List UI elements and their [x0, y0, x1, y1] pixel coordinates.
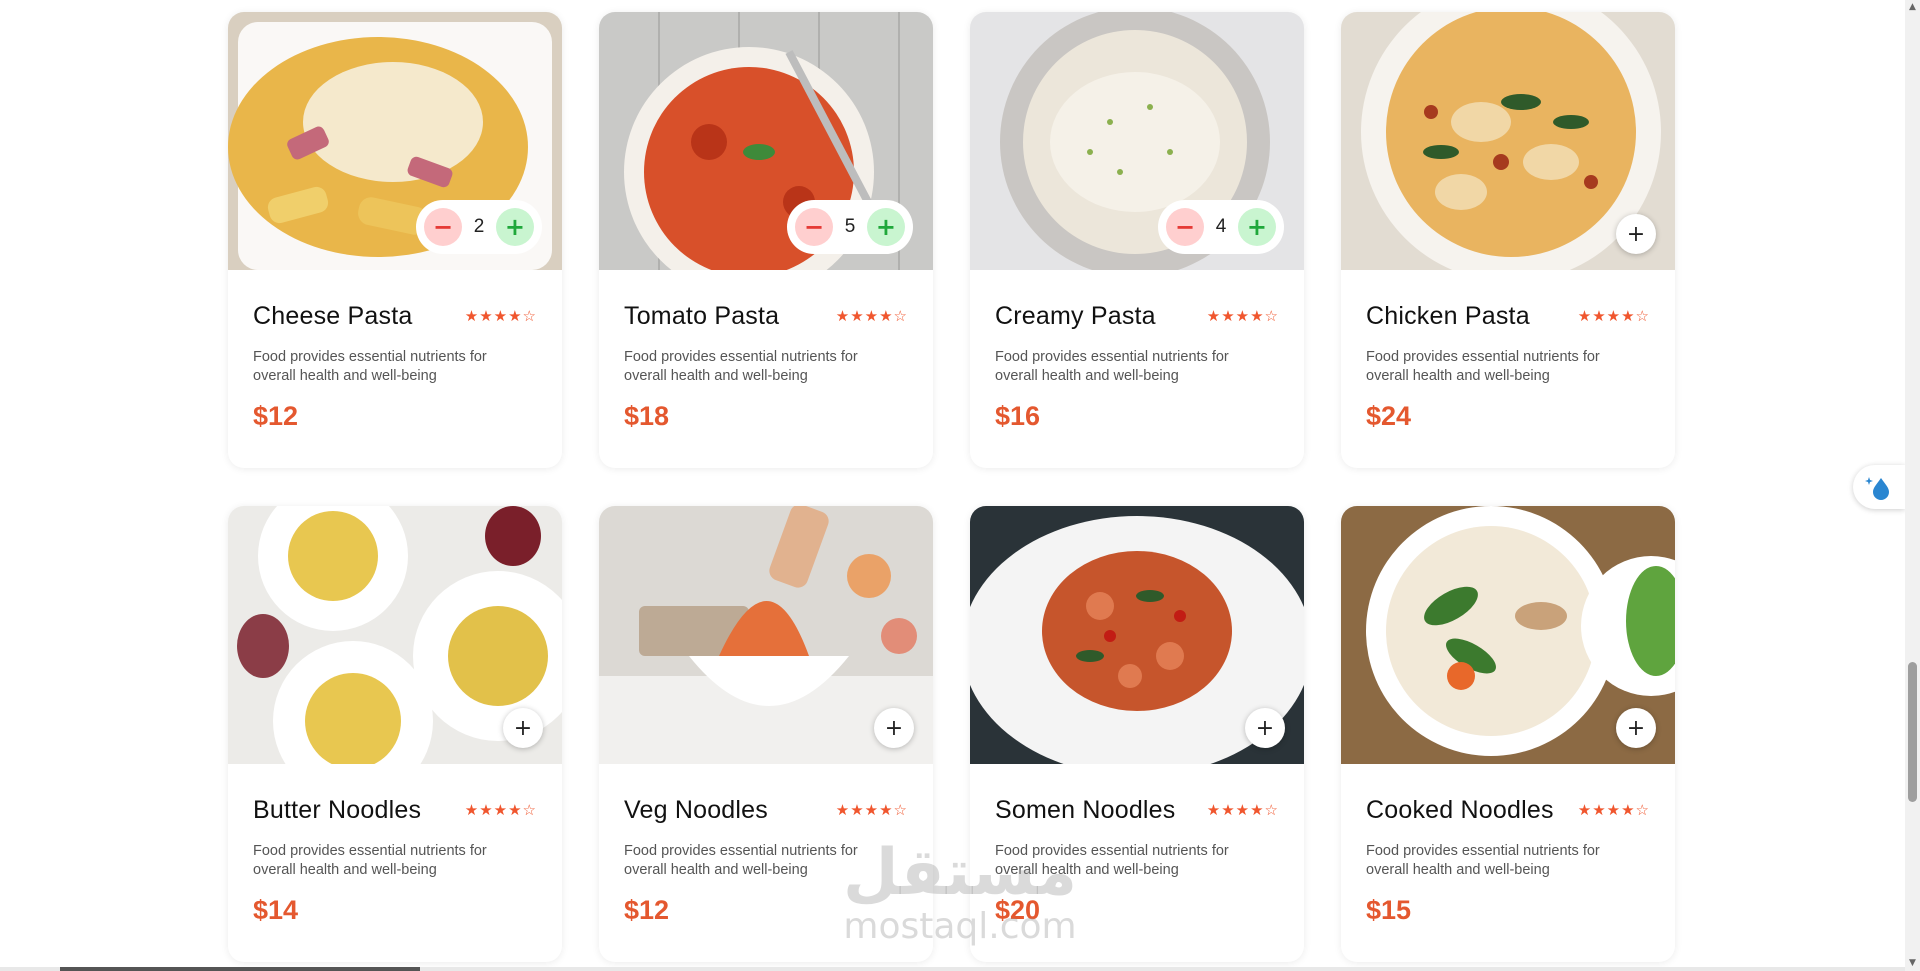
horizontal-scrollbar[interactable] [0, 967, 1905, 971]
quantity-stepper: − 5 + [787, 200, 913, 254]
increase-quantity-button[interactable]: + [495, 208, 534, 246]
rating-stars-icon: ★★★★☆ [464, 307, 537, 325]
product-description: Food provides essential nutrients for ov… [1366, 843, 1600, 878]
add-to-cart-button[interactable]: + [1616, 214, 1656, 254]
rating-stars-icon: ★★★★☆ [835, 801, 908, 819]
product-price: $16 [995, 401, 1041, 431]
veg-noodles-image: + [599, 506, 933, 764]
food-card-cheese-pasta: − 2 + Cheese Pasta ★★★★☆ Food provides e… [228, 12, 562, 468]
food-card-chicken-pasta: + Chicken Pasta ★★★★☆ Food provides esse… [1341, 12, 1675, 468]
product-name: Veg Noodles [624, 795, 768, 824]
increase-quantity-button[interactable]: + [1237, 208, 1276, 246]
decrease-quantity-button[interactable]: − [424, 208, 462, 246]
product-name: Tomato Pasta [624, 301, 780, 330]
vertical-scrollbar[interactable]: ▲ ▼ [1905, 0, 1920, 971]
product-name: Cheese Pasta [253, 301, 413, 330]
tomato-pasta-image: − 5 + [599, 12, 933, 270]
quantity-count: 5 [844, 216, 856, 237]
watermark-latin: mostaql.com [843, 906, 1077, 947]
product-price: $12 [253, 401, 299, 431]
rating-stars-icon: ★★★★☆ [1206, 801, 1279, 819]
product-price: $15 [1366, 895, 1412, 925]
decrease-quantity-button[interactable]: − [1166, 208, 1204, 246]
food-card-creamy-pasta: − 4 + Creamy Pasta ★★★★☆ Food provides e… [970, 12, 1304, 468]
decrease-quantity-button[interactable]: − [795, 208, 833, 246]
product-name: Cooked Noodles [1366, 795, 1554, 824]
product-name: Somen Noodles [995, 795, 1176, 824]
product-description: Food provides essential nutrients for ov… [1366, 349, 1600, 384]
scrollbar-thumb[interactable] [1908, 662, 1917, 802]
food-card-butter-noodles: + Butter Noodles ★★★★☆ Food provides ess… [228, 506, 562, 962]
food-card-tomato-pasta: − 5 + Tomato Pasta ★★★★☆ Food provides e… [599, 12, 933, 468]
product-description: Food provides essential nutrients for ov… [995, 349, 1229, 384]
rating-stars-icon: ★★★★☆ [835, 307, 908, 325]
cooked-noodles-image: + [1341, 506, 1675, 764]
rating-stars-icon: ★★★★☆ [1577, 801, 1650, 819]
quantity-stepper: − 2 + [416, 200, 542, 254]
butter-noodles-image: + [228, 506, 562, 764]
product-description: Food provides essential nutrients for ov… [624, 349, 858, 384]
product-name: Creamy Pasta [995, 301, 1156, 330]
quantity-stepper: − 4 + [1158, 200, 1284, 254]
product-price: $24 [1366, 401, 1412, 431]
product-name: Butter Noodles [253, 795, 422, 824]
add-to-cart-button[interactable]: + [503, 708, 543, 748]
scroll-up-arrow-icon[interactable]: ▲ [1905, 0, 1920, 15]
watermark: مستقل mostaql.com [840, 838, 1080, 946]
rating-stars-icon: ★★★★☆ [464, 801, 537, 819]
somen-noodles-image: + [970, 506, 1304, 764]
product-name: Chicken Pasta [1366, 301, 1530, 330]
quantity-count: 2 [473, 216, 485, 237]
scroll-down-arrow-icon[interactable]: ▼ [1905, 956, 1920, 971]
droplet-sparkle-icon [1865, 477, 1889, 500]
food-card-cooked-noodles: + Cooked Noodles ★★★★☆ Food provides ess… [1341, 506, 1675, 962]
add-to-cart-button[interactable]: + [1245, 708, 1285, 748]
horizontal-scrollbar-thumb[interactable] [60, 967, 420, 971]
add-to-cart-button[interactable]: + [1616, 708, 1656, 748]
rating-stars-icon: ★★★★☆ [1577, 307, 1650, 325]
product-description: Food provides essential nutrients for ov… [253, 349, 487, 384]
increase-quantity-button[interactable]: + [866, 208, 905, 246]
rating-stars-icon: ★★★★☆ [1206, 307, 1279, 325]
product-description: Food provides essential nutrients for ov… [253, 843, 487, 878]
food-grid: − 2 + Cheese Pasta ★★★★☆ Food provides e… [228, 12, 1675, 962]
quantity-count: 4 [1215, 216, 1227, 237]
creamy-pasta-image: − 4 + [970, 12, 1304, 270]
floating-widget-button[interactable] [1853, 465, 1905, 509]
watermark-arabic: مستقل [842, 836, 1078, 910]
product-price: $18 [624, 401, 670, 431]
cheese-pasta-image: − 2 + [228, 12, 562, 270]
add-to-cart-button[interactable]: + [874, 708, 914, 748]
product-price: $14 [253, 895, 299, 925]
chicken-pasta-image: + [1341, 12, 1675, 270]
